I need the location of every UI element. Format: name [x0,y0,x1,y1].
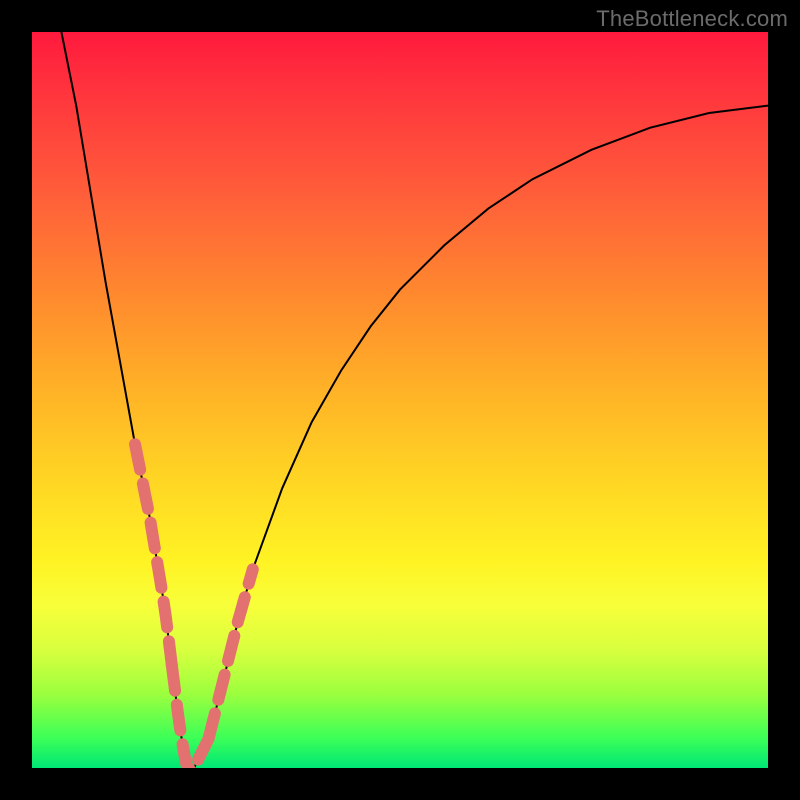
valley-dash [172,665,209,768]
chart-frame: TheBottleneck.com [0,0,800,800]
right-arm-dash [209,569,253,738]
plot-area [32,32,768,768]
left-arm-dash [135,444,172,665]
curve-svg [32,32,768,768]
watermark-text: TheBottleneck.com [596,6,788,32]
